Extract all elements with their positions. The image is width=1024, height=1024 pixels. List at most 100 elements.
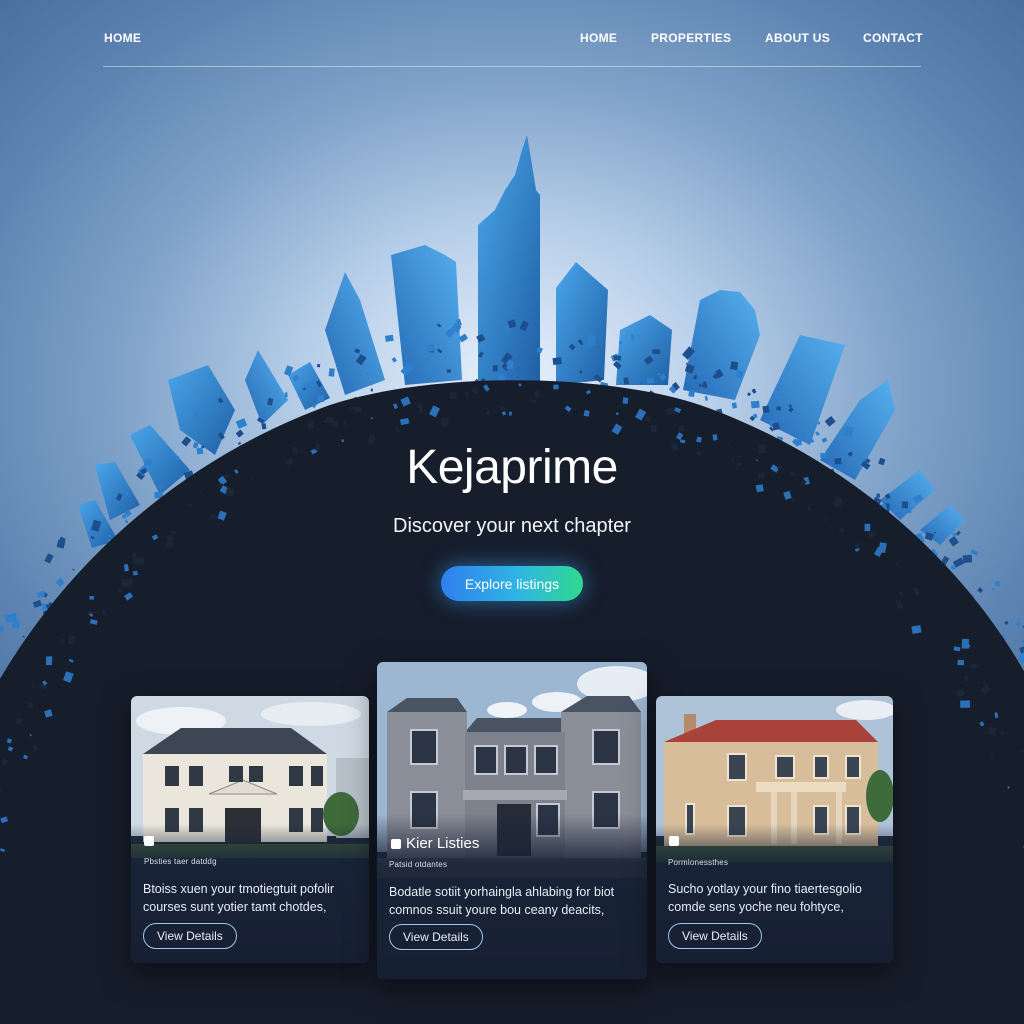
view-details-button[interactable]: View Details (668, 923, 762, 949)
particle (762, 405, 770, 414)
particle (72, 568, 75, 572)
particle (261, 423, 267, 430)
particle (776, 406, 782, 411)
particle (587, 334, 596, 346)
particle (746, 392, 752, 397)
particle (1008, 783, 1011, 787)
listing-tag-icon (144, 836, 154, 846)
particle (1017, 651, 1024, 664)
particle (440, 417, 449, 427)
particle (492, 365, 498, 372)
nav-brand-home[interactable]: HOME (104, 31, 141, 45)
particle (730, 361, 739, 371)
listing-tag (669, 836, 684, 846)
particle (688, 389, 695, 397)
listing-meta: Patsid otdantes (389, 860, 448, 869)
listing-tag-icon (391, 838, 401, 849)
particle (370, 388, 374, 392)
particle (27, 702, 34, 709)
particle (911, 625, 922, 634)
hero-subtitle: Discover your next chapter (393, 515, 631, 537)
listing-tag (144, 836, 159, 846)
particle (904, 508, 912, 514)
particle (426, 344, 435, 353)
particle (449, 391, 457, 400)
particle (499, 406, 505, 410)
view-details-button[interactable]: View Details (389, 924, 483, 950)
particle (960, 700, 971, 708)
particle (650, 424, 657, 433)
particle (553, 384, 559, 390)
particle (613, 355, 622, 361)
particle (583, 410, 590, 417)
particle (391, 357, 397, 363)
page: HOME HOME PROPERTIES ABOUT US CONTACT Ke… (0, 0, 1024, 1024)
nav-link-home[interactable]: HOME (580, 31, 617, 45)
particle (317, 363, 321, 368)
particle (957, 659, 965, 666)
listing-tag: Kier Listies (391, 835, 479, 852)
listing-description: Bodatle sotiit yorhaingla ahlabing for b… (389, 885, 615, 917)
particle (970, 549, 979, 556)
particle (366, 372, 369, 375)
listing-tag-label: Kier Listies (406, 835, 480, 852)
particle (59, 638, 65, 643)
particle (619, 341, 623, 344)
view-details-button[interactable]: View Details (143, 923, 237, 949)
particle (854, 543, 860, 548)
listing-card[interactable]: Pbsties taer datddg Btoiss xuen your tmo… (131, 696, 369, 963)
particle (824, 415, 836, 427)
particle (67, 634, 76, 645)
explore-listings-button[interactable]: Explore listings (441, 566, 583, 601)
particle (751, 388, 757, 394)
particle (815, 431, 820, 436)
particle (188, 503, 193, 508)
particle (332, 420, 338, 427)
particle (446, 369, 451, 373)
particle (235, 418, 248, 429)
particle (977, 587, 984, 594)
particle (988, 726, 997, 736)
listing-tag-icon (669, 836, 679, 846)
particle (802, 433, 807, 438)
particle (132, 570, 138, 576)
particle (623, 377, 630, 385)
particle (1014, 620, 1022, 627)
top-navigation: HOME HOME PROPERTIES ABOUT US CONTACT (103, 0, 923, 67)
particle (1004, 620, 1009, 626)
nav-link-properties[interactable]: PROPERTIES (651, 31, 731, 45)
particle (302, 387, 306, 391)
listing-description: Btoiss xuen your tmotiegtuit pofolir cou… (143, 882, 335, 914)
particle (36, 590, 46, 599)
particle (704, 395, 708, 401)
particle (45, 656, 53, 666)
listing-card-featured[interactable]: Kier Listies Patsid otdantes Bodatle sot… (377, 662, 647, 979)
listing-description: Sucho yotlay your fino tiaertesgolio com… (668, 882, 862, 914)
particle (465, 392, 470, 397)
particle (328, 368, 335, 377)
particle (394, 426, 400, 432)
particle (0, 625, 5, 633)
particle (317, 395, 325, 403)
particle (32, 599, 42, 608)
hero-title: Kejaprime (406, 441, 618, 494)
particle (962, 554, 973, 563)
listing-meta: Pbsties taer datddg (144, 857, 217, 866)
particle (646, 377, 654, 384)
particle (284, 392, 288, 398)
particle (235, 429, 244, 438)
particle (995, 581, 1000, 587)
particle (698, 383, 702, 388)
particle (55, 577, 65, 587)
particle (964, 675, 969, 681)
particle (750, 400, 760, 409)
particle (552, 357, 562, 365)
particle (22, 635, 26, 639)
particle (901, 501, 909, 509)
listing-card[interactable]: Pormlonessthes Sucho yotlay your fino ti… (656, 696, 893, 963)
particle (89, 595, 95, 600)
particle (893, 506, 898, 513)
nav-link-about-us[interactable]: ABOUT US (765, 31, 830, 45)
nav-link-contact[interactable]: CONTACT (863, 31, 923, 45)
particle (384, 334, 394, 342)
